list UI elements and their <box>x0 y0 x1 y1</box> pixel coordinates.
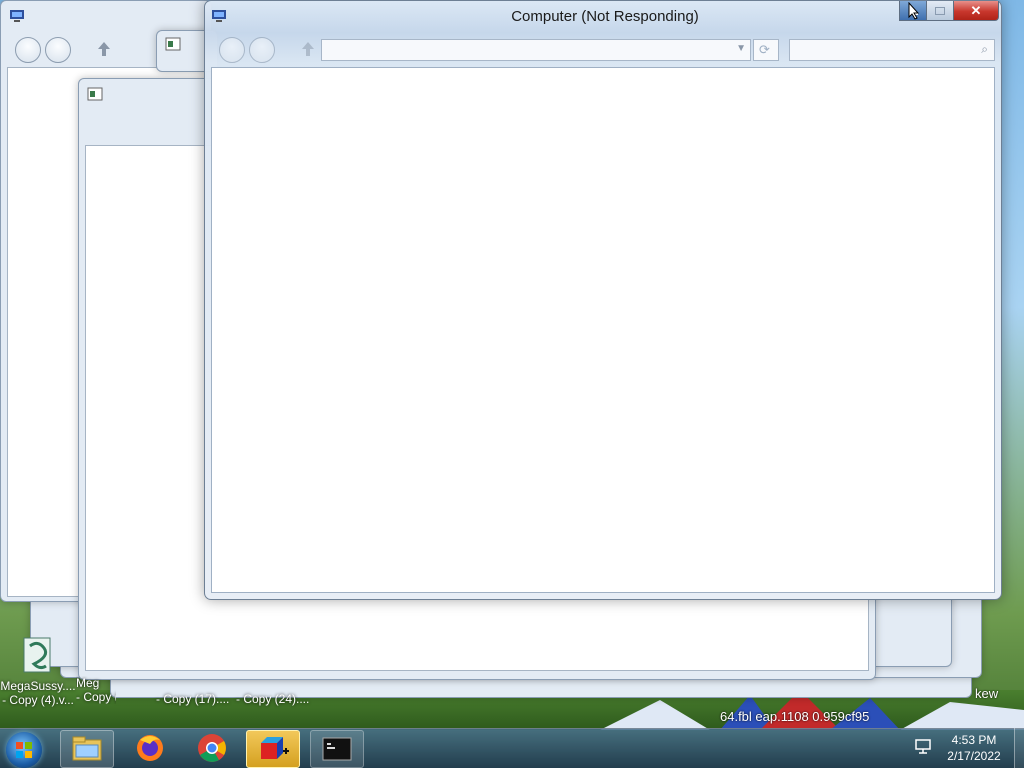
search-icon: ⌕ <box>981 42 988 56</box>
desktop: 64.fbl eap.1108 0.959cf95 kew Computer (… <box>0 0 1024 768</box>
up-arrow-icon[interactable] <box>301 41 315 57</box>
command-prompt-icon <box>322 737 352 761</box>
up-arrow-icon[interactable] <box>97 41 111 57</box>
window-icon <box>165 37 181 51</box>
desktop-icon-copy17[interactable]: - Copy (17).... <box>156 692 236 706</box>
firefox-icon <box>137 735 163 761</box>
taskbar-chrome[interactable] <box>186 730 238 766</box>
chevron-down-icon[interactable]: ▼ <box>736 43 746 54</box>
windows-logo-icon <box>16 742 32 758</box>
taskbar-command-prompt[interactable] <box>310 730 364 768</box>
desktop-icon-script[interactable]: MegaSussy.... - Copy (4).v... <box>0 636 76 707</box>
clock-time: 4:53 PM <box>951 733 997 747</box>
back-button[interactable] <box>219 37 245 63</box>
refresh-icon: ⟳ <box>759 42 770 57</box>
wallpaper-edge-text: kew <box>975 686 999 701</box>
desktop-icon-copy24[interactable]: - Copy (24).... <box>236 692 316 706</box>
maximize-icon <box>935 6 945 15</box>
close-icon: ✕ <box>970 2 982 18</box>
desktop-icon-label: MegaSussy.... - Copy (4).v... <box>0 679 76 707</box>
chrome-icon <box>198 734 226 762</box>
show-desktop-button[interactable] <box>1014 728 1024 768</box>
computer-window: Computer (Not Responding) ✕ ▼ ⟳ ⌕ <box>204 0 1002 600</box>
taskbar-windows-explorer[interactable] <box>60 730 114 768</box>
refresh-button[interactable]: ⟳ <box>753 39 779 61</box>
folder-icon <box>72 736 102 761</box>
clock-date: 2/17/2022 <box>947 749 1001 763</box>
close-button[interactable]: ✕ <box>953 1 999 21</box>
script-file-icon <box>23 637 51 673</box>
forward-button[interactable] <box>249 37 275 63</box>
mouse-cursor <box>908 2 920 20</box>
desktop-icon-label: Meg - Copy (10).... <box>76 676 116 704</box>
taskbar-app-cube[interactable] <box>246 730 300 768</box>
desktop-icon-label: - Copy (17).... <box>156 692 230 706</box>
maximize-button[interactable] <box>926 1 954 21</box>
cube-app-icon <box>261 737 289 759</box>
start-button[interactable] <box>6 732 42 768</box>
taskbar-firefox[interactable] <box>124 730 176 766</box>
window-icon <box>87 87 103 101</box>
computer-icon <box>212 10 226 22</box>
window-title: Computer (Not Responding) <box>511 8 699 25</box>
search-input[interactable]: ⌕ <box>789 39 995 61</box>
clock[interactable]: 4:53 PM 2/17/2022 <box>940 732 1008 764</box>
forward-button[interactable] <box>45 37 71 63</box>
desktop-icon-copy10[interactable]: Meg - Copy (10).... <box>76 676 116 704</box>
back-button[interactable] <box>15 37 41 63</box>
computer-icon <box>10 10 24 22</box>
address-bar[interactable]: ▼ <box>321 39 751 61</box>
desktop-icon-label: - Copy (24).... <box>236 692 310 706</box>
window-content <box>211 67 995 593</box>
network-icon[interactable] <box>914 737 932 755</box>
wallpaper-filename-text: 64.fbl eap.1108 0.959cf95 <box>720 709 870 724</box>
